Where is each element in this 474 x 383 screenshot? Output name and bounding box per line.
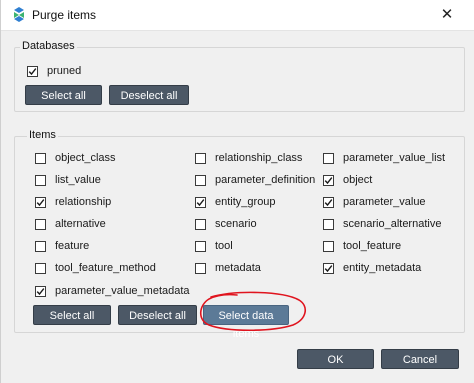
item-checkbox-tool-feature[interactable]: tool_feature bbox=[323, 238, 401, 254]
checkbox-box[interactable] bbox=[195, 196, 206, 208]
window-title: Purge items bbox=[32, 8, 97, 22]
item-checkbox-entity-group[interactable]: entity_group bbox=[195, 194, 276, 210]
checkbox-label: entity_group bbox=[215, 196, 276, 208]
item-checkbox-object[interactable]: object bbox=[323, 172, 372, 188]
checkbox-box[interactable] bbox=[323, 196, 334, 208]
checkmark-icon bbox=[36, 198, 45, 206]
checkbox-label: parameter_definition bbox=[215, 174, 316, 186]
checkbox-label: relationship_class bbox=[215, 152, 303, 164]
checkbox-label: alternative bbox=[55, 218, 106, 230]
items-legend: Items bbox=[27, 129, 58, 141]
checkbox-box[interactable] bbox=[195, 218, 206, 230]
checkbox-label: metadata bbox=[215, 262, 261, 274]
item-checkbox-feature[interactable]: feature bbox=[35, 238, 89, 254]
checkmark-icon bbox=[28, 67, 37, 75]
item-checkbox-alternative[interactable]: alternative bbox=[35, 216, 106, 232]
checkbox-label: object bbox=[343, 174, 373, 186]
item-checkbox-parameter-value-metadata[interactable]: parameter_value_metadata bbox=[35, 283, 190, 299]
checkbox-label: feature bbox=[55, 240, 90, 252]
item-checkbox-scenario[interactable]: scenario bbox=[195, 216, 257, 232]
checkmark-icon bbox=[324, 176, 333, 184]
item-checkbox-tool-feature-method[interactable]: tool_feature_method bbox=[35, 260, 156, 276]
checkbox-box[interactable] bbox=[35, 196, 46, 208]
checkbox-box[interactable] bbox=[323, 262, 334, 274]
checkbox-box[interactable] bbox=[323, 218, 334, 230]
checkbox-label: relationship bbox=[55, 196, 112, 208]
checkbox-label: tool bbox=[215, 240, 233, 252]
checkbox-box[interactable] bbox=[35, 174, 46, 186]
item-checkbox-parameter-value-list[interactable]: parameter_value_list bbox=[323, 150, 445, 166]
checkbox-box[interactable] bbox=[27, 65, 38, 77]
checkbox-box[interactable] bbox=[323, 240, 334, 252]
checkbox-box[interactable] bbox=[35, 262, 46, 274]
checkbox-box[interactable] bbox=[323, 174, 334, 186]
databases-legend: Databases bbox=[20, 40, 77, 52]
checkbox-box[interactable] bbox=[195, 262, 206, 274]
checkbox-box[interactable] bbox=[323, 152, 334, 164]
checkbox-box[interactable] bbox=[35, 152, 46, 164]
checkbox-box[interactable] bbox=[195, 152, 206, 164]
app-logo-icon bbox=[12, 7, 26, 23]
item-checkbox-metadata[interactable]: metadata bbox=[195, 260, 261, 276]
checkbox-label: tool_feature bbox=[343, 240, 402, 252]
items-deselect-all-button[interactable]: Deselect all bbox=[118, 305, 197, 325]
item-checkbox-relationship[interactable]: relationship bbox=[35, 194, 111, 210]
item-checkbox-scenario-alternative[interactable]: scenario_alternative bbox=[323, 216, 441, 232]
checkbox-label: list_value bbox=[55, 174, 101, 186]
item-checkbox-object-class[interactable]: object_class bbox=[35, 150, 116, 166]
checkbox-label: pruned bbox=[47, 65, 82, 77]
item-checkbox-list-value[interactable]: list_value bbox=[35, 172, 101, 188]
databases-deselect-all-button[interactable]: Deselect all bbox=[109, 85, 189, 105]
checkbox-box[interactable] bbox=[195, 174, 206, 186]
select-data-items-button[interactable]: Select data items bbox=[203, 305, 289, 340]
item-checkbox-parameter-definition[interactable]: parameter_definition bbox=[195, 172, 315, 188]
checkbox-box[interactable] bbox=[35, 240, 46, 252]
checkbox-label: scenario_alternative bbox=[343, 218, 442, 230]
close-button[interactable]: ✕ bbox=[437, 6, 457, 24]
cancel-button[interactable]: Cancel bbox=[381, 349, 459, 369]
checkbox-label: tool_feature_method bbox=[55, 262, 156, 274]
databases-select-all-button[interactable]: Select all bbox=[25, 85, 102, 105]
checkbox-label: parameter_value_list bbox=[343, 152, 446, 164]
checkbox-label: entity_metadata bbox=[343, 262, 422, 274]
purge-items-dialog: Purge items ✕ Databases pruned Select al… bbox=[0, 0, 474, 383]
checkbox-label: object_class bbox=[55, 152, 116, 164]
checkmark-icon bbox=[36, 287, 45, 295]
item-checkbox-relationship-class[interactable]: relationship_class bbox=[195, 150, 302, 166]
checkmark-icon bbox=[196, 198, 205, 206]
item-checkbox-entity-metadata[interactable]: entity_metadata bbox=[323, 260, 421, 276]
checkbox-label: parameter_value_metadata bbox=[55, 285, 190, 297]
ok-button[interactable]: OK bbox=[297, 349, 374, 369]
items-select-all-button[interactable]: Select all bbox=[33, 305, 111, 325]
database-checkbox-pruned[interactable]: pruned bbox=[27, 63, 81, 79]
checkbox-label: parameter_value bbox=[343, 196, 426, 208]
checkbox-box[interactable] bbox=[195, 240, 206, 252]
checkbox-box[interactable] bbox=[35, 218, 46, 230]
item-checkbox-parameter-value[interactable]: parameter_value bbox=[323, 194, 426, 210]
checkbox-label: scenario bbox=[215, 218, 257, 230]
checkmark-icon bbox=[324, 198, 333, 206]
checkmark-icon bbox=[324, 264, 333, 272]
title-bar: Purge items ✕ bbox=[1, 0, 474, 31]
checkbox-box[interactable] bbox=[35, 285, 46, 297]
item-checkbox-tool[interactable]: tool bbox=[195, 238, 233, 254]
